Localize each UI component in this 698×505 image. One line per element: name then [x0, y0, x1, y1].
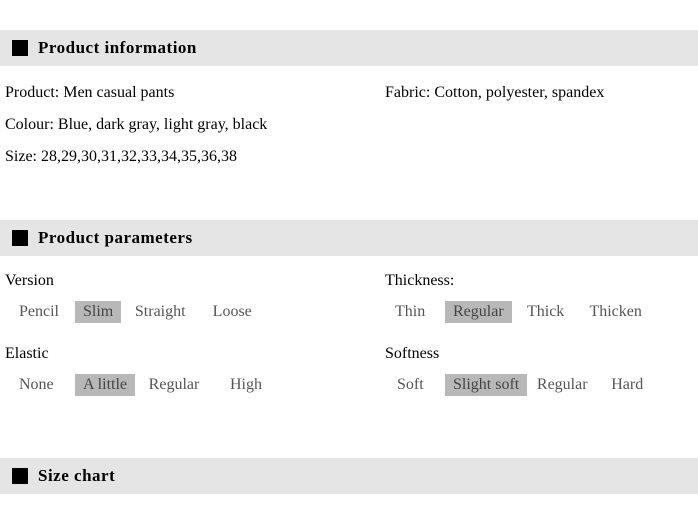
param-row: Elastic None A little Regular High Softn…: [5, 345, 693, 396]
size-label: Size:: [5, 148, 37, 165]
thickness-label: Thickness:: [385, 272, 693, 290]
info-right: Fabric: Cotton, polyester, spandex: [385, 84, 693, 102]
fabric-label: Fabric:: [385, 84, 430, 101]
bullet-icon: [12, 230, 28, 246]
product-params-title: Product parameters: [38, 228, 193, 248]
option-high: High: [213, 374, 279, 396]
option-loose: Loose: [199, 301, 265, 323]
option-thin: Thin: [385, 301, 445, 323]
elastic-options: None A little Regular High: [5, 374, 385, 396]
thickness-options: Thin Regular Thick Thicken: [385, 301, 693, 323]
product-params-header: Product parameters: [0, 220, 698, 256]
colour-label: Colour:: [5, 116, 54, 133]
product-text: Product: Men casual pants: [5, 84, 174, 101]
fabric-text: Fabric: Cotton, polyester, spandex: [385, 84, 604, 101]
version-label: Version: [5, 272, 385, 290]
info-row: Colour: Blue, dark gray, light gray, bla…: [5, 116, 693, 134]
option-thick: Thick: [512, 301, 580, 323]
option-a-little: A little: [75, 374, 135, 396]
option-straight: Straight: [121, 301, 199, 323]
param-elastic: Elastic None A little Regular High: [5, 345, 385, 396]
option-hard: Hard: [597, 374, 657, 396]
size-chart-header: Size chart: [0, 458, 698, 494]
bullet-icon: [12, 468, 28, 484]
colour-text: Colour: Blue, dark gray, light gray, bla…: [5, 116, 267, 133]
option-regular: Regular: [445, 301, 512, 323]
info-full: Colour: Blue, dark gray, light gray, bla…: [5, 116, 693, 134]
option-soft: Soft: [385, 374, 445, 396]
option-thicken: Thicken: [580, 301, 652, 323]
product-value: Men casual pants: [63, 84, 174, 101]
bullet-icon: [12, 40, 28, 56]
softness-options: Soft Slight soft Regular Hard: [385, 374, 693, 396]
param-thickness: Thickness: Thin Regular Thick Thicken: [385, 272, 693, 323]
size-text: Size: 28,29,30,31,32,33,34,35,36,38: [5, 148, 237, 165]
option-pencil: Pencil: [5, 301, 75, 323]
info-full: Size: 28,29,30,31,32,33,34,35,36,38: [5, 148, 693, 166]
elastic-label: Elastic: [5, 345, 385, 363]
size-chart-title: Size chart: [38, 466, 115, 486]
product-params-section: Version Pencil Slim Straight Loose Thick…: [0, 256, 698, 428]
softness-label: Softness: [385, 345, 693, 363]
version-options: Pencil Slim Straight Loose: [5, 301, 385, 323]
product-info-title: Product information: [38, 38, 197, 58]
product-info-section: Product: Men casual pants Fabric: Cotton…: [0, 66, 698, 190]
info-row: Product: Men casual pants Fabric: Cotton…: [5, 84, 693, 102]
info-row: Size: 28,29,30,31,32,33,34,35,36,38: [5, 148, 693, 166]
param-row: Version Pencil Slim Straight Loose Thick…: [5, 272, 693, 323]
colour-value: Blue, dark gray, light gray, black: [58, 116, 267, 133]
option-regular-elastic: Regular: [135, 374, 213, 396]
param-version: Version Pencil Slim Straight Loose: [5, 272, 385, 323]
product-label: Product:: [5, 84, 59, 101]
info-left: Product: Men casual pants: [5, 84, 385, 102]
param-softness: Softness Soft Slight soft Regular Hard: [385, 345, 693, 396]
option-none: None: [5, 374, 75, 396]
option-slim: Slim: [75, 301, 121, 323]
product-info-header: Product information: [0, 30, 698, 66]
size-value: 28,29,30,31,32,33,34,35,36,38: [41, 148, 237, 165]
option-slight-soft: Slight soft: [445, 374, 527, 396]
fabric-value: Cotton, polyester, spandex: [434, 84, 604, 101]
option-regular-soft: Regular: [527, 374, 597, 396]
